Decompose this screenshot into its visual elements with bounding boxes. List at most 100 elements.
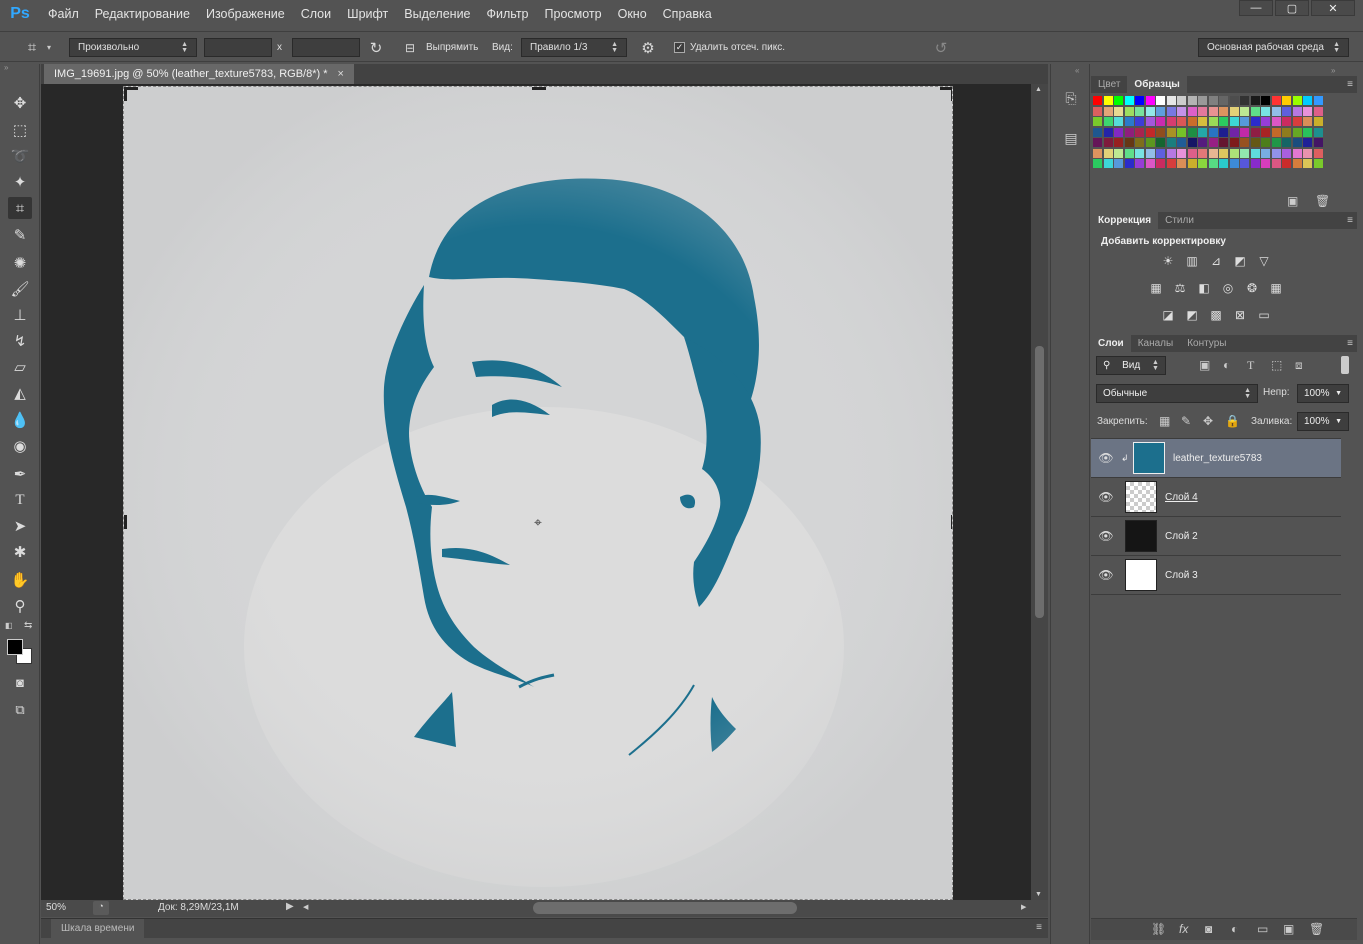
- panel-menu-icon[interactable]: ≡: [1036, 922, 1042, 933]
- color-swatch[interactable]: [1219, 96, 1228, 105]
- color-swatch[interactable]: [1261, 127, 1270, 137]
- color-swatch[interactable]: [1208, 148, 1218, 158]
- swatches-grid[interactable]: [1093, 96, 1333, 180]
- visibility-eye-icon[interactable]: 👁: [1091, 529, 1121, 543]
- healing-brush-icon[interactable]: ✺: [8, 252, 32, 274]
- color-swatch[interactable]: [1198, 106, 1207, 116]
- tab-adjustments[interactable]: Коррекция: [1091, 212, 1159, 229]
- marquee-icon[interactable]: ⬚: [8, 119, 32, 141]
- color-swatch[interactable]: [1250, 127, 1260, 137]
- color-swatch[interactable]: [1240, 117, 1249, 126]
- color-swatch[interactable]: [1114, 127, 1123, 137]
- color-swatch[interactable]: [1198, 148, 1207, 158]
- color-swatch[interactable]: [1198, 117, 1207, 126]
- layer-name[interactable]: Слой 4: [1165, 492, 1198, 503]
- color-swatch[interactable]: [1124, 148, 1134, 158]
- color-swatch[interactable]: [1229, 148, 1239, 158]
- color-swatch[interactable]: [1187, 148, 1197, 158]
- color-swatch[interactable]: [1282, 117, 1291, 126]
- lock-pixels-icon[interactable]: ✎: [1181, 414, 1191, 428]
- menu-file[interactable]: Файл: [40, 0, 87, 28]
- color-swatch[interactable]: [1187, 159, 1197, 168]
- color-swatch[interactable]: [1093, 117, 1102, 126]
- color-swatch[interactable]: [1166, 148, 1176, 158]
- color-swatch[interactable]: [1166, 106, 1176, 116]
- vertical-scroll-thumb[interactable]: [1035, 346, 1044, 618]
- scroll-right-icon[interactable]: ▶: [1021, 903, 1026, 911]
- panel-grip-icon[interactable]: »: [0, 64, 39, 74]
- color-swatch[interactable]: [1135, 138, 1144, 147]
- color-swatch[interactable]: [1219, 138, 1228, 147]
- filter-adjustment-icon[interactable]: ◐: [1223, 358, 1230, 372]
- color-swatch[interactable]: [1156, 117, 1165, 126]
- lock-position-icon[interactable]: ✥: [1203, 414, 1213, 428]
- color-swatch[interactable]: [1208, 106, 1218, 116]
- color-swatch[interactable]: [1177, 127, 1186, 137]
- color-swatch[interactable]: [1292, 117, 1302, 126]
- expand-icon[interactable]: »: [1331, 66, 1335, 75]
- layer-row[interactable]: 👁 Слой 2: [1091, 517, 1341, 556]
- color-swatch[interactable]: [1282, 148, 1291, 158]
- invert-icon[interactable]: ◪: [1159, 307, 1177, 323]
- close-button[interactable]: ✕: [1311, 0, 1355, 16]
- color-swatch[interactable]: [1219, 117, 1228, 126]
- zoom-level[interactable]: 50%: [46, 902, 66, 913]
- color-swatch[interactable]: [1261, 138, 1270, 147]
- color-swatch[interactable]: [1250, 106, 1260, 116]
- color-swatch[interactable]: [1135, 117, 1144, 126]
- color-swatch[interactable]: [1124, 106, 1134, 116]
- menu-image[interactable]: Изображение: [198, 0, 293, 28]
- color-swatch[interactable]: [1187, 117, 1197, 126]
- layer-row[interactable]: 👁 ↲ leather_texture5783: [1091, 439, 1341, 478]
- dodge-icon[interactable]: ◉: [8, 435, 32, 457]
- color-swatch[interactable]: [1124, 138, 1134, 147]
- color-swatch[interactable]: [1208, 138, 1218, 147]
- menu-select[interactable]: Выделение: [396, 0, 478, 28]
- link-layers-icon[interactable]: ⛓: [1151, 922, 1166, 936]
- color-swatch[interactable]: [1313, 106, 1323, 116]
- color-swatch[interactable]: [1114, 96, 1123, 105]
- status-info-icon[interactable]: ◔: [93, 901, 109, 915]
- color-swatch[interactable]: [1229, 159, 1239, 168]
- color-swatch[interactable]: [1282, 106, 1291, 116]
- color-swatch[interactable]: [1103, 96, 1113, 105]
- eyedropper-icon[interactable]: ✎: [8, 224, 32, 246]
- color-swatch[interactable]: [1187, 138, 1197, 147]
- color-swatch[interactable]: [1261, 96, 1270, 105]
- color-swatch[interactable]: [1292, 159, 1302, 168]
- reset-icon[interactable]: ↺: [930, 38, 952, 57]
- path-selection-icon[interactable]: ➤: [8, 515, 32, 537]
- magic-wand-icon[interactable]: ✦: [8, 171, 32, 193]
- color-swatch[interactable]: [1303, 148, 1312, 158]
- scroll-left-icon[interactable]: ◀: [303, 903, 308, 911]
- opacity-field[interactable]: 100% ▼: [1297, 384, 1349, 403]
- color-swatch[interactable]: [1093, 96, 1102, 105]
- layer-row[interactable]: 👁 Слой 4: [1091, 478, 1341, 517]
- color-swatch[interactable]: [1229, 117, 1239, 126]
- color-swatch[interactable]: [1240, 127, 1249, 137]
- color-lookup-icon[interactable]: ▦: [1267, 280, 1285, 296]
- color-swatch[interactable]: [1250, 117, 1260, 126]
- history-brush-icon[interactable]: ↯: [8, 330, 32, 352]
- new-swatch-icon[interactable]: ▣: [1287, 194, 1298, 208]
- color-swatch[interactable]: [1103, 117, 1113, 126]
- vibrance-icon[interactable]: ▽: [1255, 253, 1273, 269]
- color-swatch[interactable]: [1093, 138, 1102, 147]
- gradient-map-icon[interactable]: ⊠: [1231, 307, 1249, 323]
- tab-channels[interactable]: Каналы: [1131, 335, 1181, 352]
- color-swatch[interactable]: [1114, 138, 1123, 147]
- photo-filter-icon[interactable]: ◎: [1219, 280, 1237, 296]
- color-swatch[interactable]: [1124, 127, 1134, 137]
- panel-menu-icon[interactable]: ≡: [1347, 212, 1353, 229]
- color-swatch[interactable]: [1177, 96, 1186, 105]
- color-swatch[interactable]: [1261, 159, 1270, 168]
- color-swatch[interactable]: [1313, 138, 1323, 147]
- color-swatch[interactable]: [1261, 148, 1270, 158]
- move-icon[interactable]: ✥: [8, 92, 32, 114]
- collapse-icon[interactable]: «: [1075, 66, 1079, 75]
- canvas-area[interactable]: ⌖: [41, 84, 1031, 900]
- foreground-color-swatch[interactable]: [7, 639, 23, 655]
- menu-window[interactable]: Окно: [610, 0, 655, 28]
- filter-toggle[interactable]: [1341, 356, 1349, 374]
- color-swatch[interactable]: [1271, 106, 1281, 116]
